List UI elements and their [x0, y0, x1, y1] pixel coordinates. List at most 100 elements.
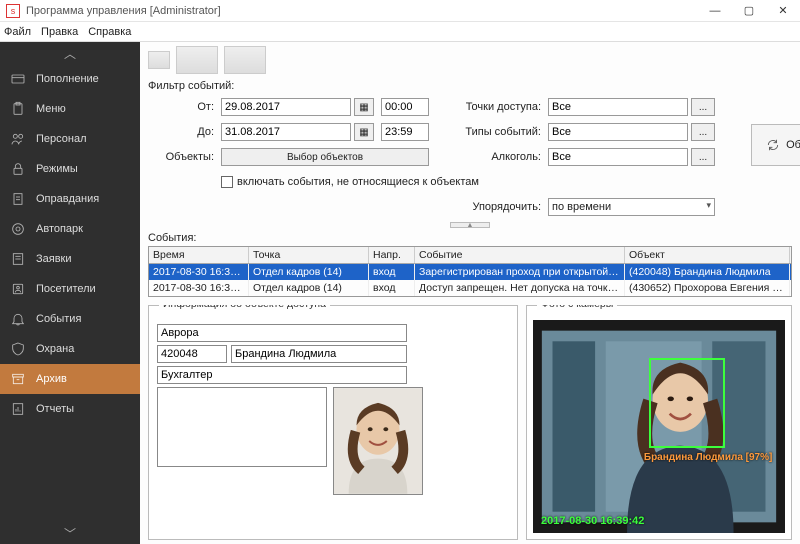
note-icon — [10, 251, 26, 267]
cell-event: Зарегистрирован проход при открытой две.… — [415, 264, 625, 280]
object-info-title: Информация об объекте доступа — [159, 305, 330, 310]
card-icon — [10, 71, 26, 87]
cell-dir: вход — [369, 264, 415, 280]
order-value: по времени — [552, 201, 611, 213]
menu-file[interactable]: Файл — [4, 26, 31, 38]
include-unrelated-checkbox[interactable] — [221, 176, 233, 188]
sidebar-item-2[interactable]: Персонал — [0, 124, 140, 154]
cell-event: Доступ запрещен. Нет допуска на точку до… — [415, 280, 625, 296]
sidebar-item-9[interactable]: Охрана — [0, 334, 140, 364]
event-types-input[interactable] — [548, 123, 688, 141]
sidebar-item-3[interactable]: Режимы — [0, 154, 140, 184]
to-date-picker-button[interactable]: ▦ — [354, 123, 374, 141]
from-label: От: — [148, 101, 218, 113]
sidebar-item-label: Режимы — [36, 163, 78, 175]
info-name-input[interactable] — [231, 345, 407, 363]
sidebar-item-label: Меню — [36, 103, 66, 115]
access-points-browse-button[interactable]: ... — [691, 98, 715, 116]
refresh-icon — [766, 138, 780, 152]
event-types-browse-button[interactable]: ... — [691, 123, 715, 141]
table-row[interactable]: 2017-08-30 16:39:42Отдел кадров (14)вход… — [149, 264, 791, 280]
events-section-label: События: — [148, 232, 792, 244]
filter-panel: От: ▦ Точки доступа: ... Обновить До: ▦ … — [148, 96, 792, 218]
objects-label: Объекты: — [148, 151, 218, 163]
sidebar-item-1[interactable]: Меню — [0, 94, 140, 124]
sidebar-item-label: Персонал — [36, 133, 87, 145]
sidebar-item-label: Пополнение — [36, 73, 99, 85]
archive-icon — [10, 371, 26, 387]
cell-point: Отдел кадров (14) — [249, 264, 369, 280]
thumbnail-1[interactable] — [148, 51, 170, 69]
info-notes-textarea[interactable] — [157, 387, 327, 467]
choose-objects-button[interactable]: Выбор объектов — [221, 148, 429, 166]
cell-point: Отдел кадров (14) — [249, 280, 369, 296]
alcohol-input[interactable] — [548, 148, 688, 166]
face-detection-box — [649, 358, 725, 447]
refresh-label: Обновить — [786, 139, 800, 151]
sidebar-item-label: Оправдания — [36, 193, 99, 205]
to-label: До: — [148, 126, 218, 138]
sidebar-item-0[interactable]: Пополнение — [0, 64, 140, 94]
sidebar-scroll-down[interactable]: ﹀ — [0, 522, 140, 544]
table-row[interactable]: 2017-08-30 16:39:43Отдел кадров (14)вход… — [149, 280, 791, 296]
col-point[interactable]: Точка — [249, 247, 369, 263]
from-date-picker-button[interactable]: ▦ — [354, 98, 374, 116]
sidebar-item-label: Охрана — [36, 343, 74, 355]
event-types-label: Типы событий: — [455, 126, 545, 138]
app-icon: s — [6, 4, 20, 18]
sidebar-item-8[interactable]: События — [0, 304, 140, 334]
events-table: Время Точка Напр. Событие Объект 2017-08… — [148, 246, 792, 297]
from-time-input[interactable] — [381, 98, 429, 116]
menu-edit[interactable]: Правка — [41, 26, 78, 38]
sidebar-item-10[interactable]: Архив — [0, 364, 140, 394]
from-date-input[interactable] — [221, 98, 351, 116]
info-company-input[interactable] — [157, 324, 407, 342]
camera-thumbnails — [148, 46, 792, 74]
col-object[interactable]: Объект — [625, 247, 790, 263]
menu-help[interactable]: Справка — [88, 26, 131, 38]
doc-icon — [10, 191, 26, 207]
sidebar: ︿ Пополнение Меню Персонал Режимы Оправдания… — [0, 42, 140, 544]
sidebar-scroll-up[interactable]: ︿ — [0, 42, 140, 64]
refresh-button[interactable]: Обновить — [751, 124, 800, 166]
horizontal-splitter[interactable]: ▲ — [148, 220, 792, 230]
thumbnail-2[interactable] — [176, 46, 218, 74]
sidebar-item-6[interactable]: Заявки — [0, 244, 140, 274]
shield-icon — [10, 341, 26, 357]
access-points-input[interactable] — [548, 98, 688, 116]
alcohol-browse-button[interactable]: ... — [691, 148, 715, 166]
to-date-input[interactable] — [221, 123, 351, 141]
calendar-icon: ▦ — [359, 127, 368, 138]
camera-panel-title: Фото с камеры — [537, 305, 617, 310]
close-button[interactable]: ✕ — [766, 0, 800, 22]
sidebar-item-label: Отчеты — [36, 403, 74, 415]
col-dir[interactable]: Напр. — [369, 247, 415, 263]
col-time[interactable]: Время — [149, 247, 249, 263]
cell-object: (420048) Брандина Людмила — [625, 264, 790, 280]
bell-icon — [10, 311, 26, 327]
sidebar-item-label: Посетители — [36, 283, 96, 295]
maximize-button[interactable]: ▢ — [732, 0, 766, 22]
cell-dir: вход — [369, 280, 415, 296]
sidebar-item-11[interactable]: Отчеты — [0, 394, 140, 424]
info-position-input[interactable] — [157, 366, 407, 384]
info-id-input[interactable] — [157, 345, 227, 363]
minimize-button[interactable]: — — [698, 0, 732, 22]
main-area: Фильтр событий: От: ▦ Точки доступа: ...… — [140, 42, 800, 544]
target-icon — [10, 221, 26, 237]
sidebar-item-7[interactable]: Посетители — [0, 274, 140, 304]
sidebar-item-5[interactable]: Автопарк — [0, 214, 140, 244]
clipboard-icon — [10, 101, 26, 117]
to-time-input[interactable] — [381, 123, 429, 141]
table-header: Время Точка Напр. Событие Объект — [149, 247, 791, 264]
thumbnail-3[interactable] — [224, 46, 266, 74]
camera-timestamp: 2017-08-30 16:39:42 — [541, 515, 644, 527]
col-event[interactable]: Событие — [415, 247, 625, 263]
cell-object: (430652) Прохорова Евгения Геннадьевна — [625, 280, 790, 296]
cell-time: 2017-08-30 16:39:42 — [149, 264, 249, 280]
sidebar-item-label: События — [36, 313, 81, 325]
include-unrelated-label: включать события, не относящиеся к объек… — [237, 176, 479, 188]
sidebar-item-4[interactable]: Оправдания — [0, 184, 140, 214]
order-select[interactable]: по времени — [548, 198, 715, 216]
window-title: Программа управления [Administrator] — [26, 5, 698, 17]
